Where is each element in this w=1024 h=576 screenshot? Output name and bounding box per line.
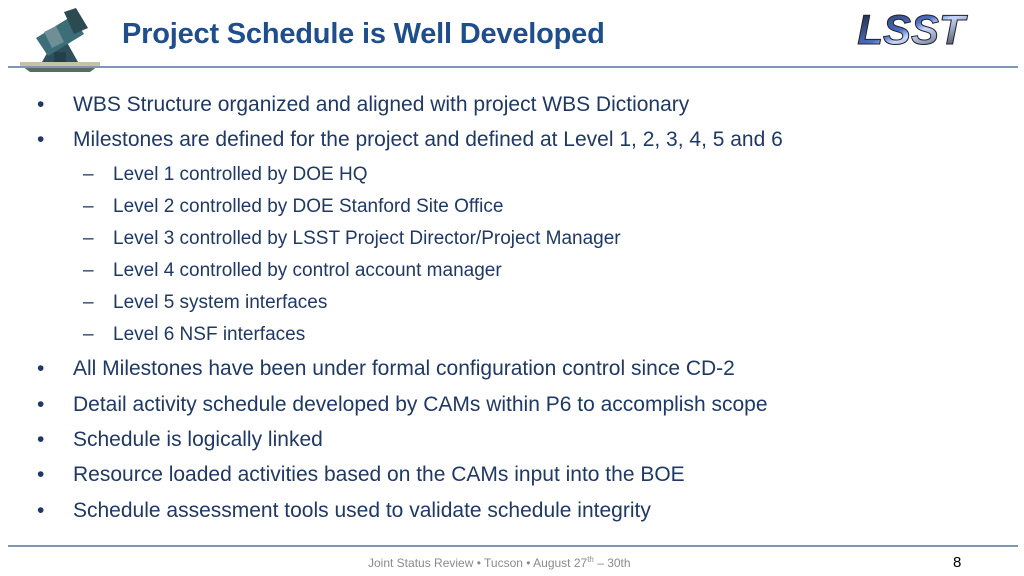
bullet-dot-icon: •: [37, 393, 45, 416]
bullet-dot-icon: •: [37, 499, 45, 522]
bullet-item: • Schedule assessment tools used to valid…: [37, 499, 651, 522]
dash-icon: –: [83, 164, 94, 185]
bullet-dot-icon: •: [37, 428, 45, 451]
bullet-item: • WBS Structure organized and aligned wit…: [37, 93, 690, 116]
dash-icon: –: [83, 292, 94, 313]
svg-text:LSST: LSST: [857, 6, 968, 53]
bullet-dot-icon: •: [37, 128, 45, 151]
dash-icon: –: [83, 196, 94, 217]
dash-icon: –: [83, 260, 94, 281]
slide: Project Schedule is Well Developed LSST …: [0, 0, 1024, 576]
sub-bullet-item: – Level 3 controlled by LSST Project Dire…: [83, 228, 621, 249]
dash-icon: –: [83, 324, 94, 345]
footer-text: Joint Status Review • Tucson • August 27…: [368, 555, 631, 570]
bullet-item: • All Milestones have been under formal c…: [37, 357, 735, 380]
dash-icon: –: [83, 228, 94, 249]
bullet-item: • Milestones are defined for the project …: [37, 128, 783, 151]
bullet-dot-icon: •: [37, 463, 45, 486]
bullet-item: • Schedule is logically linked: [37, 428, 323, 451]
sub-bullet-item: – Level 2 controlled by DOE Stanford Site…: [83, 196, 504, 217]
telescope-logo-icon: [20, 8, 100, 72]
sub-bullet-item: – Level 6 NSF interfaces: [83, 324, 306, 345]
sub-bullet-item: – Level 4 controlled by control account m…: [83, 260, 502, 281]
page-number: 8: [953, 554, 962, 571]
header-divider: [8, 66, 1018, 68]
sub-bullet-item: – Level 5 system interfaces: [83, 292, 328, 313]
bullet-item: • Resource loaded activities based on the…: [37, 463, 685, 486]
sub-bullet-item: – Level 1 controlled by DOE HQ: [83, 164, 368, 185]
bullet-dot-icon: •: [37, 93, 45, 116]
bullet-dot-icon: •: [37, 357, 45, 380]
footer-divider: [8, 545, 1018, 547]
slide-title: Project Schedule is Well Developed: [122, 18, 605, 50]
lsst-logo-icon: LSST: [857, 6, 969, 54]
bullet-item: • Detail activity schedule developed by C…: [37, 393, 768, 416]
